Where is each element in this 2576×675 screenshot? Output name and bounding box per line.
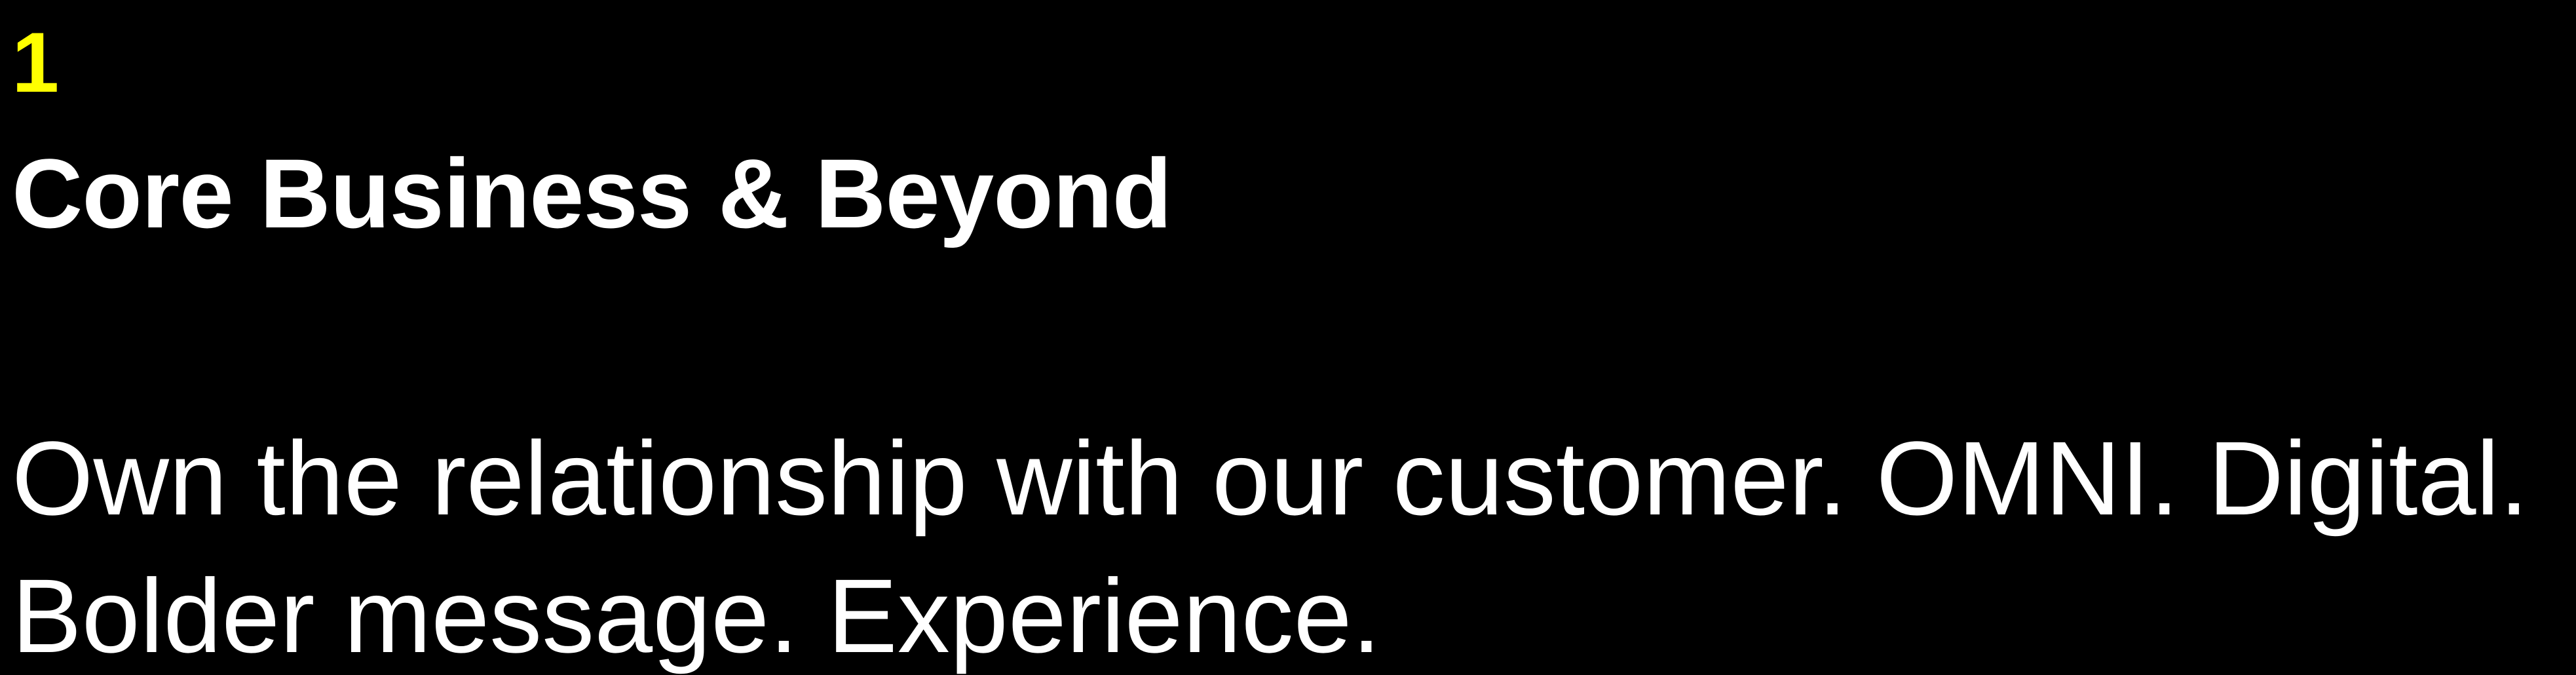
section-number: 1 [12,14,60,110]
slide: 1 Core Business & Beyond Own the relatio… [0,0,2576,675]
body-text: Own the relationship with our customer. … [12,410,2560,675]
body-line-2: Bolder message. Experience. [12,557,1381,674]
body-line-1: Own the relationship with our customer. … [12,419,2529,537]
section-title: Core Business & Beyond [12,138,1172,248]
